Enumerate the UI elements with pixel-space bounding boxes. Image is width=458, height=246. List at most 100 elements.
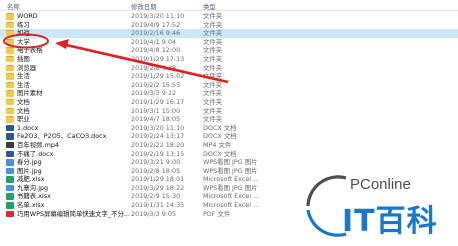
file-type: 文件夹 (203, 115, 223, 124)
file-name: 浏览器 (17, 63, 37, 72)
file-name: 图片素材 (17, 89, 43, 98)
file-name: 名单.xlsx (17, 201, 45, 210)
folder-icon (6, 47, 14, 54)
folder-icon (6, 116, 14, 123)
file-type: 文件夹 (203, 20, 223, 29)
file-name: 练习 (17, 20, 30, 29)
jpg-icon (6, 159, 14, 166)
column-type-header[interactable]: 类型 (203, 2, 216, 11)
file-type: DOCX 文档 (203, 149, 237, 158)
file-date: 2019/1/29 17:13 (131, 54, 185, 63)
file-date: 2019/3/20 11:10 (131, 123, 185, 132)
file-date: 2019/3/3 9:12 (131, 89, 177, 98)
file-name: 巧用WPS屏幕编辑简单快速文字_不分... (17, 209, 130, 218)
file-row[interactable]: 职业 2019/4/7 18:05 文件夹 (0, 115, 458, 124)
file-type: 文件夹 (203, 89, 223, 98)
file-name: 春分.jpg (17, 158, 42, 167)
file-name: 职业 (17, 115, 30, 124)
file-name: 图片.jpg (17, 166, 42, 175)
file-name: 文档 (17, 106, 30, 115)
file-type: 文件夹 (203, 12, 223, 20)
file-type: 文件夹 (203, 72, 223, 81)
file-name: 插图 (17, 54, 30, 63)
word-icon (6, 150, 14, 157)
column-name-header[interactable]: 名称 (7, 2, 20, 11)
file-date: 2019/2/8 9:28 (131, 63, 177, 72)
file-type: 文件夹 (203, 29, 223, 38)
file-date: 2019/1/29 15:02 (131, 72, 185, 81)
file-name: 减肥.xlsx (17, 175, 45, 184)
excel-icon (6, 176, 14, 183)
file-date: 2019/3/21 9:00 (131, 158, 181, 167)
jpg-icon (6, 167, 14, 175)
file-row[interactable]: Fe2O3、P2O5、CaCO3.docx 2019/2/24 13:17 DOCX… (0, 132, 458, 141)
file-row[interactable]: 文档 2019/3/1 15:00 文件夹 (0, 107, 458, 116)
file-type: 文件夹 (203, 97, 223, 106)
file-date: 2019/2/8 18:05 (131, 166, 181, 175)
file-type: Microsoft Excel ... (203, 175, 260, 184)
column-date-header[interactable]: 修改日期 (131, 2, 157, 11)
file-date: 2019/2/24 13:17 (131, 132, 185, 141)
file-row[interactable]: 大学 2019/4/1 9:04 文件夹 (0, 38, 458, 47)
it-baike-text: IT百科 (342, 204, 438, 239)
file-row[interactable]: 生活 2019/2/2 15:55 文件夹 (0, 81, 458, 90)
file-row[interactable]: 如遮 2019/2/16 9:46 文件夹 (0, 29, 458, 38)
mp4-icon (6, 141, 14, 149)
file-type: 文件夹 (203, 46, 223, 55)
folder-icon (6, 30, 14, 37)
file-name: 1.docx (17, 123, 39, 132)
folder-icon (6, 81, 14, 89)
file-date: 2019/2/22 18:20 (131, 140, 185, 149)
watermark-logo: PConline IT百科 (302, 166, 458, 246)
file-date: 2019/2/16 9:46 (131, 29, 181, 38)
file-type: PDF 文件 (203, 209, 231, 218)
file-name: 不痛了.docx (17, 149, 54, 158)
folder-icon (6, 64, 14, 72)
file-row[interactable]: 练习 2019/4/9 17:52 文件夹 (0, 21, 458, 30)
file-date: 2019/3/29 18:22 (131, 183, 185, 192)
file-type: 文件夹 (203, 106, 223, 115)
file-date: 2019/3/20 11:10 (131, 12, 185, 20)
file-name: 百年视频.mp4 (17, 140, 59, 149)
excel-icon (6, 193, 14, 200)
pdf-icon (6, 210, 14, 218)
pconline-text: PConline (350, 176, 411, 193)
file-date: 2019/1/31 14:35 (131, 201, 185, 210)
excel-icon (6, 202, 14, 209)
file-row[interactable]: 生活 2019/1/29 15:02 文件夹 (0, 72, 458, 81)
file-date: 2019/3/3 9:05 (131, 209, 177, 218)
file-row[interactable]: 图片素材 2019/3/3 9:12 文件夹 (0, 89, 458, 98)
column-header: 名称 修改日期 类型 (0, 0, 458, 11)
file-date: 2019/3/1 15:00 (131, 106, 181, 115)
file-type: Microsoft Excel ... (203, 192, 260, 201)
folder-icon (6, 98, 14, 106)
folder-icon (6, 107, 14, 115)
file-type: WPS看图 JPG 图片 (203, 183, 258, 192)
file-date: 2019/2/2 15:55 (131, 80, 181, 89)
file-row[interactable]: 文档 2019/1/29 16:17 文件夹 (0, 98, 458, 107)
file-row[interactable]: WORD 2019/3/20 11:10 文件夹 (0, 12, 458, 21)
file-row[interactable]: 浏览器 2019/2/8 9:28 文件夹 (0, 64, 458, 73)
file-row[interactable]: 百年视频.mp4 2019/2/22 18:20 MP4 文件 (0, 141, 458, 150)
file-type: Microsoft Excel ... (203, 201, 260, 210)
file-row[interactable]: 不痛了.docx 2019/2/19 13:15 DOCX 文档 (0, 150, 458, 159)
folder-icon (6, 38, 14, 46)
file-name: 电子表格 (17, 46, 43, 55)
file-date: 2019/4/8 12:00 (131, 46, 181, 55)
file-date: 2019/4/9 17:52 (131, 20, 181, 29)
file-type: 文件夹 (203, 63, 223, 72)
file-date: 2019/1/29 18:01 (131, 175, 185, 184)
folder-icon (6, 21, 14, 29)
word-icon (6, 133, 14, 140)
folder-icon (6, 13, 14, 20)
file-type: DOCX 文档 (203, 132, 237, 141)
file-name: Fe2O3、P2O5、CaCO3.docx (17, 132, 107, 141)
file-type: WPS看图 JPG 图片 (203, 166, 258, 175)
file-row[interactable]: 插图 2019/1/29 17:13 文件夹 (0, 55, 458, 64)
file-date: 2019/4/7 18:05 (131, 115, 181, 124)
file-row[interactable]: 电子表格 2019/4/8 12:00 文件夹 (0, 46, 458, 55)
file-name: 生活 (17, 72, 30, 81)
jpg-icon (6, 184, 14, 192)
folder-icon (6, 73, 14, 80)
file-type: MP4 文件 (203, 140, 232, 149)
